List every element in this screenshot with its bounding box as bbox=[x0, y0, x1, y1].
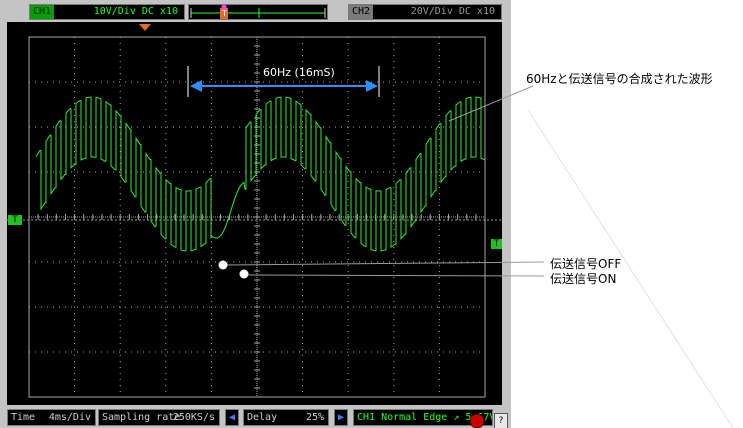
trigger-position-bar-graphic bbox=[190, 4, 326, 19]
channel-toolbar: CH1 10V/Div DC x10 T CH2 20V/Div DC x10 bbox=[0, 0, 511, 22]
ch2-scale: 20V/Div DC x10 bbox=[410, 6, 495, 17]
sampling-rate-value: 250KS/s bbox=[172, 412, 215, 423]
annotation-signal-on: 伝送信号ON bbox=[550, 272, 617, 286]
ch2-tag: CH2 bbox=[349, 5, 374, 19]
composite-trace bbox=[35, 96, 486, 252]
sampling-rate-label: Sampling rate bbox=[102, 412, 181, 423]
delay-label: Delay bbox=[247, 412, 278, 423]
timebase-box[interactable]: Time 4ms/Div bbox=[7, 409, 96, 426]
period-label: 60Hz (16mS) bbox=[263, 66, 335, 79]
waveform-trace bbox=[35, 66, 486, 252]
ch1-ground-marker-label: T bbox=[12, 215, 18, 225]
record-icon[interactable] bbox=[470, 414, 484, 428]
double-right-arrow-icon: ▶ bbox=[337, 412, 345, 423]
trigger-level-marker[interactable]: T bbox=[491, 239, 502, 249]
sampling-rate-box[interactable]: Sampling rate 250KS/s bbox=[98, 409, 220, 426]
timebase-label: Time bbox=[11, 412, 36, 423]
period-arrow-right-head bbox=[366, 80, 378, 92]
status-bar: Time 4ms/Div Sampling rate 250KS/s ◀ Del… bbox=[0, 406, 511, 428]
ch2-settings[interactable]: CH2 20V/Div DC x10 bbox=[348, 4, 502, 20]
trigger-delay-marker[interactable] bbox=[139, 24, 151, 31]
help-icon[interactable]: ? bbox=[494, 413, 508, 428]
double-left-arrow-icon: ◀ bbox=[228, 412, 236, 423]
timebase-value: 4ms/Div bbox=[48, 412, 91, 423]
ch1-tag: CH1 bbox=[30, 5, 55, 19]
ch1-ground-marker[interactable]: T bbox=[8, 215, 22, 225]
trigger-level-marker-label: T bbox=[493, 239, 500, 249]
delay-decrease-button[interactable]: ◀ bbox=[225, 409, 239, 426]
delay-increase-button[interactable]: ▶ bbox=[334, 409, 348, 426]
period-arrow-left-head bbox=[190, 80, 202, 92]
trigger-position-marker: T bbox=[222, 9, 227, 18]
delay-value: 25% bbox=[305, 412, 324, 423]
oscilloscope-window: CH1 10V/Div DC x10 T CH2 20V/Div DC x10 … bbox=[0, 0, 511, 428]
ch1-scale: 10V/Div DC x10 bbox=[93, 6, 178, 17]
delay-box[interactable]: Delay 25% bbox=[243, 409, 329, 426]
waveform-display: T T 60Hz (16mS) bbox=[7, 22, 502, 405]
trigger-position-bar[interactable]: T bbox=[188, 4, 328, 20]
annotation-composite-waveform: 60Hzと伝送信号の合成された波形 bbox=[526, 72, 713, 86]
ch1-settings[interactable]: CH1 10V/Div DC x10 bbox=[29, 4, 185, 20]
